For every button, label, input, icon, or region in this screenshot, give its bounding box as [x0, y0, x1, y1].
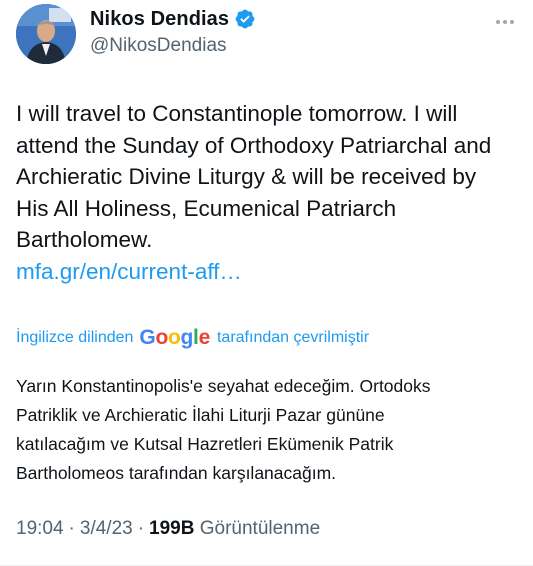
google-logo: Google: [139, 326, 210, 349]
tweet-time[interactable]: 19:04: [16, 518, 64, 539]
tweet-header: Nikos Dendias @NikosDendias: [16, 4, 517, 64]
avatar-portrait-icon: [16, 4, 76, 64]
translation-attribution: İngilizce dilinden Google tarafından çev…: [16, 326, 369, 350]
translated-text-line: Patriklik ve Archieratic İlahi Liturji P…: [16, 405, 385, 425]
meta-separator: ·: [68, 518, 75, 539]
tweet-link[interactable]: mfa.gr/en/current-aff…: [16, 256, 526, 288]
translated-text-line: Yarın Konstantinopolis'e seyahat edeceği…: [16, 376, 431, 396]
tweet-text-line: I will travel to Constantinople tomorrow…: [16, 101, 458, 126]
tweet-text-line: Archieratic Divine Liturgy & will be rec…: [16, 164, 477, 189]
translated-text: Yarın Konstantinopolis'e seyahat edeceği…: [16, 372, 526, 488]
tweet-text-line: Bartholomew.: [16, 227, 153, 252]
tweet-text-line: His All Holiness, Ecumenical Patriarch: [16, 195, 397, 221]
translation-suffix: tarafından çevrilmiştir: [216, 329, 370, 346]
verified-badge-icon: [234, 8, 256, 30]
tweet-text: I will travel to Constantinople tomorrow…: [16, 98, 526, 287]
tweet-meta: 19:04 · 3/4/23 · 199B Görüntülenme: [16, 518, 320, 540]
tweet-detail: Nikos Dendias @NikosDendias I will trave…: [0, 0, 533, 566]
avatar[interactable]: [16, 4, 76, 64]
meta-separator: ·: [137, 518, 145, 539]
tweet-text-line: attend the Sunday of Orthodoxy Patriarch…: [16, 132, 492, 158]
more-options-icon[interactable]: [493, 12, 517, 32]
views-label: Görüntülenme: [199, 518, 321, 539]
display-name-row: Nikos Dendias: [90, 6, 256, 32]
translation-prefix: İngilizce dilinden: [16, 329, 134, 346]
author-block: Nikos Dendias @NikosDendias: [90, 6, 256, 57]
author-handle[interactable]: @NikosDendias: [90, 35, 256, 57]
tweet-date[interactable]: 3/4/23: [80, 518, 133, 539]
translated-text-line: Bartholomeos tarafından karşılanacağım.: [16, 463, 337, 483]
views-count: 199B: [149, 518, 195, 539]
translated-text-line: katılacağım ve Kutsal Hazretleri Ekümeni…: [16, 434, 394, 454]
display-name[interactable]: Nikos Dendias: [90, 8, 229, 31]
